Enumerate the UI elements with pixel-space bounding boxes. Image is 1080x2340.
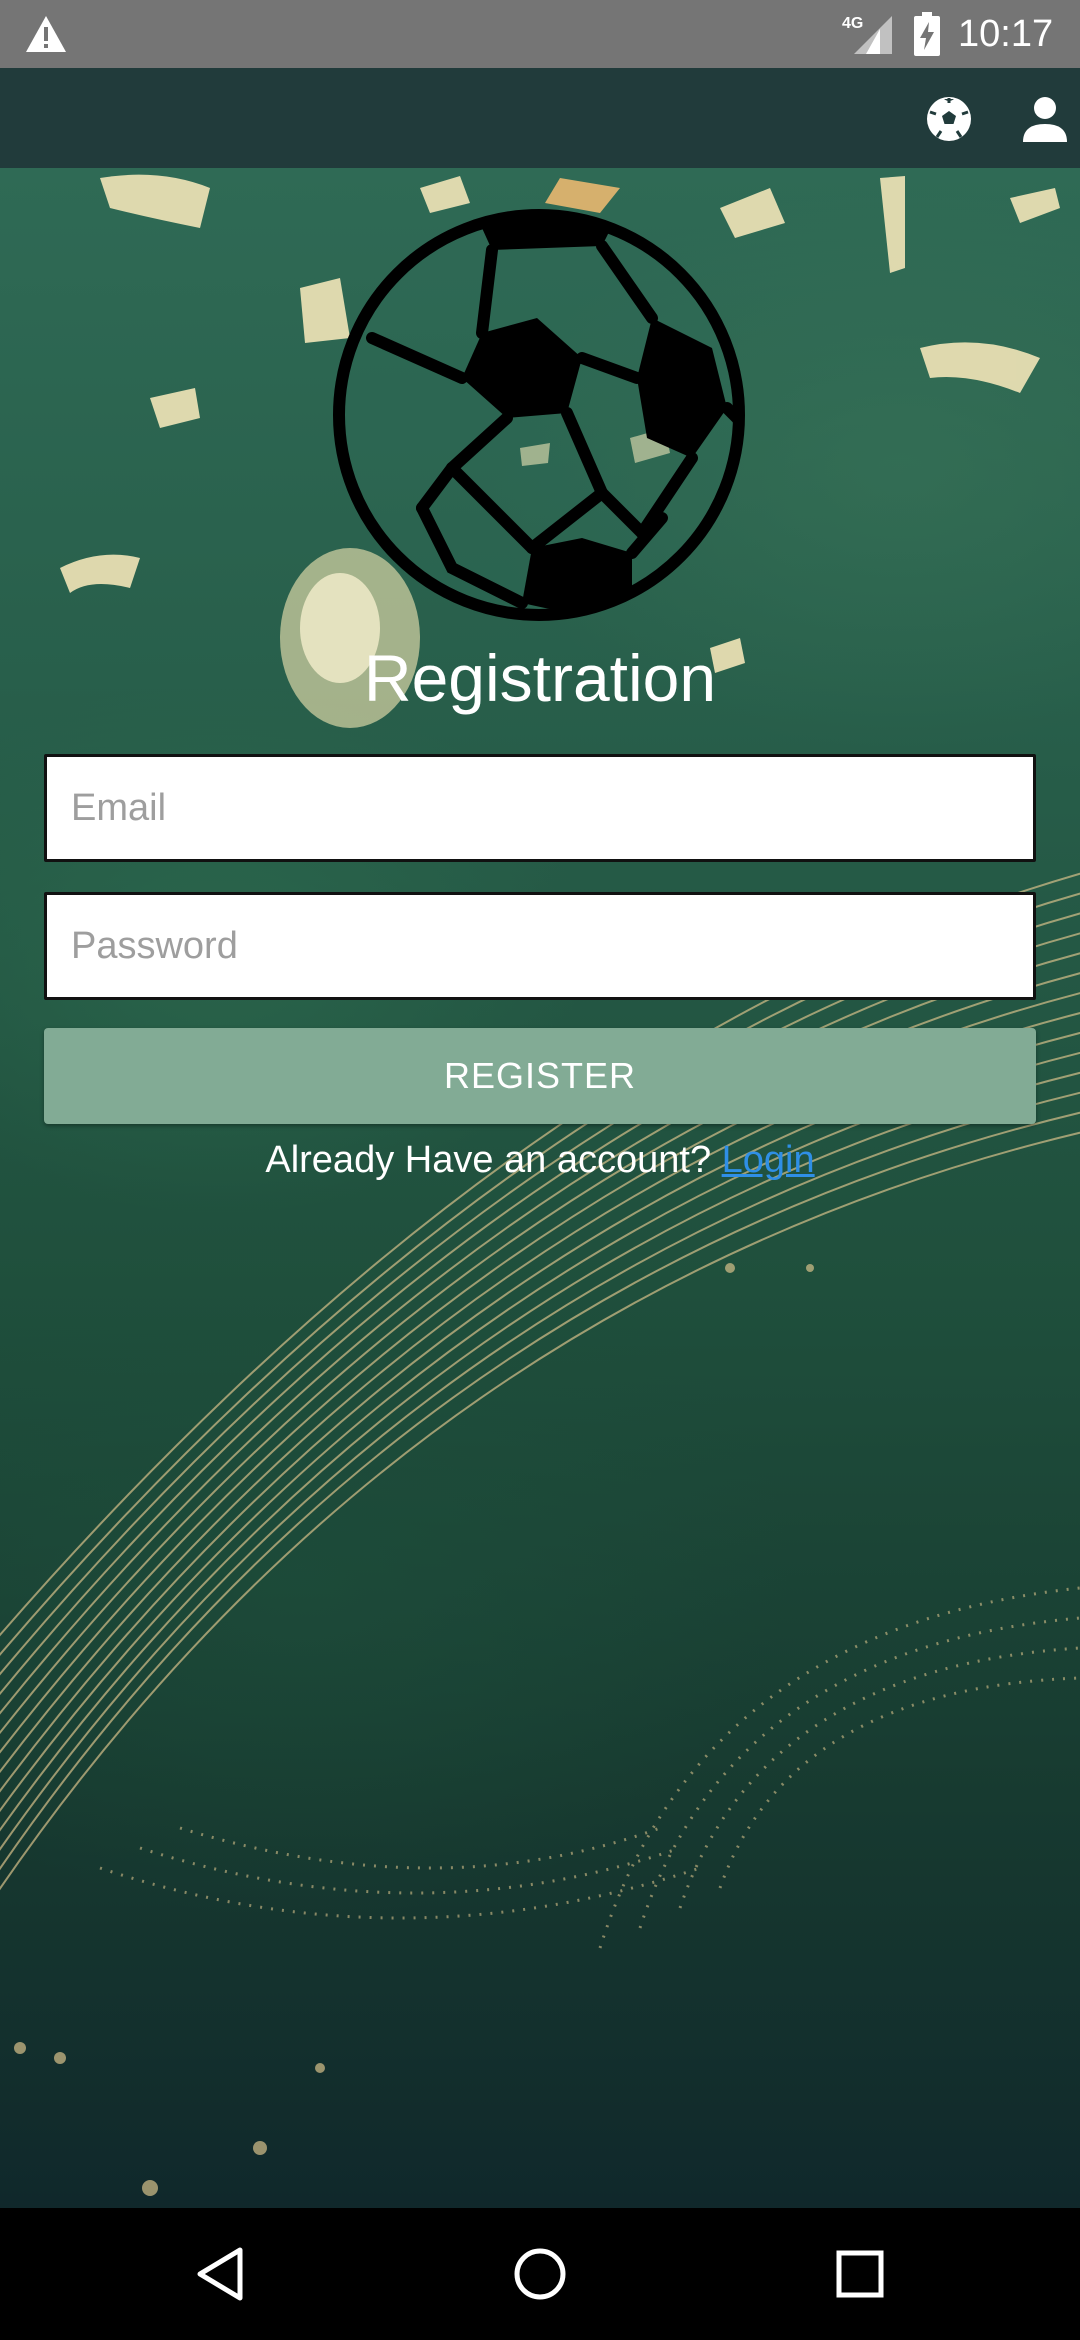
soccer-ball-logo <box>333 209 745 621</box>
back-icon[interactable] <box>192 2244 252 2304</box>
person-icon[interactable] <box>1020 94 1070 144</box>
warning-icon <box>26 16 66 52</box>
home-icon[interactable] <box>510 2244 570 2304</box>
status-bar: 4G 10:17 <box>0 0 1080 68</box>
battery-charging-icon <box>914 12 940 56</box>
soccer-ball-icon[interactable] <box>924 94 974 144</box>
login-prompt: Already Have an account? Login <box>0 1130 1080 1190</box>
network-type-label: 4G <box>842 15 863 32</box>
navigation-bar <box>0 2208 1080 2340</box>
password-input[interactable] <box>44 892 1036 1000</box>
account-prompt-text: Already Have an account? <box>265 1139 722 1181</box>
app-bar <box>0 68 1080 168</box>
screen: 4G 10:17 Registration Email REGISTER Alr… <box>0 0 1080 2340</box>
email-input[interactable] <box>44 754 1036 862</box>
register-button[interactable]: REGISTER <box>44 1028 1036 1124</box>
recents-icon[interactable] <box>830 2244 890 2304</box>
clock: 10:17 <box>958 13 1054 55</box>
registration-screen: Registration REGISTER Already Have an ac… <box>0 168 1080 2208</box>
signal-icon: 4G <box>842 15 892 54</box>
login-link[interactable]: Login <box>722 1139 815 1181</box>
page-title: Registration <box>363 641 717 715</box>
